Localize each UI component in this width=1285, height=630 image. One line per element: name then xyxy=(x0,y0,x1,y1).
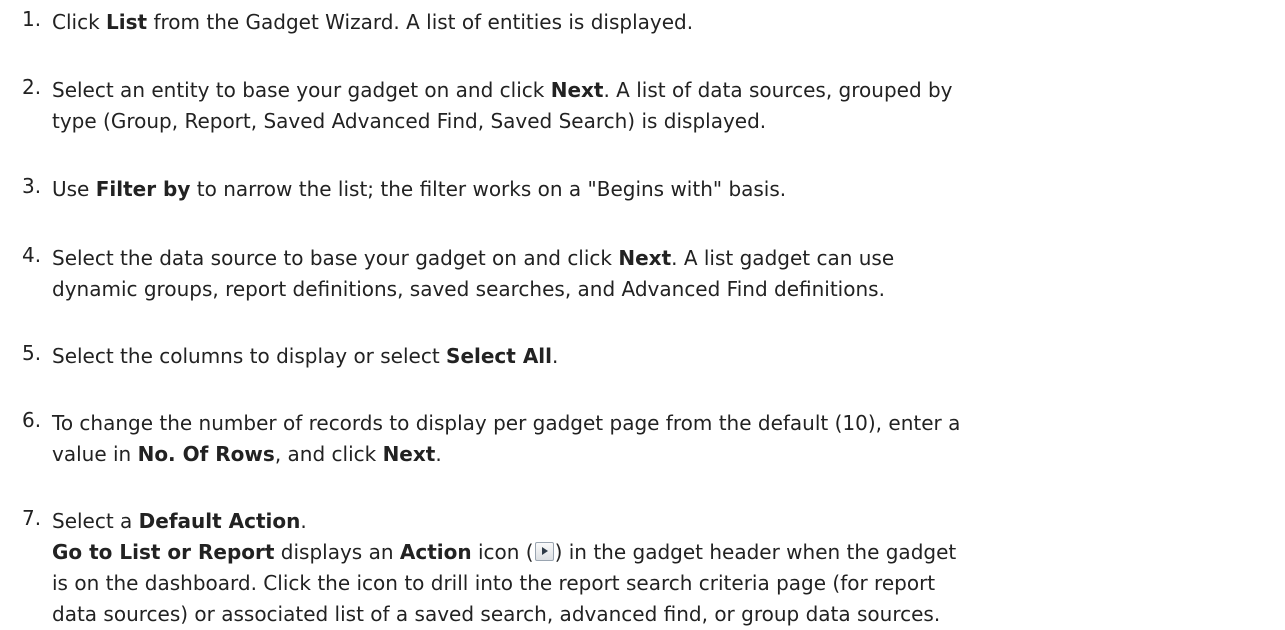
step-line: Go to List or Report displays an Action … xyxy=(52,537,1275,568)
step-line: Select the data source to base your gadg… xyxy=(52,243,1275,274)
text-run: type (Group, Report, Saved Advanced Find… xyxy=(52,109,767,133)
text-run: . xyxy=(552,344,559,368)
step-number: 3. xyxy=(22,174,42,198)
text-run: ) in the gadget header when the gadget xyxy=(554,540,957,564)
text-run: To change the number of records to displ… xyxy=(52,411,961,435)
step-line: Select a Default Action. xyxy=(52,506,1275,537)
text-run: displays an xyxy=(274,540,400,564)
bold-term: Select All xyxy=(446,344,553,368)
text-run: . xyxy=(300,509,307,533)
step-line: type (Group, Report, Saved Advanced Find… xyxy=(52,106,1275,137)
step-line: Click List from the Gadget Wizard. A lis… xyxy=(52,7,1275,38)
bold-term: Next xyxy=(382,442,436,466)
step-number: 5. xyxy=(22,341,42,365)
step-line: Select an entity to base your gadget on … xyxy=(52,75,1275,106)
text-run: Select the columns to display or select xyxy=(52,344,447,368)
text-run: Use xyxy=(52,177,96,201)
step-text: To change the number of records to displ… xyxy=(52,408,1275,470)
text-run: Select an entity to base your gadget on … xyxy=(52,78,551,102)
step-text: Use Filter by to narrow the list; the fi… xyxy=(52,174,1275,205)
step-number: 4. xyxy=(22,243,42,267)
step-line: To change the number of records to displ… xyxy=(52,408,1275,439)
bold-term: No. Of Rows xyxy=(137,442,275,466)
text-run: . xyxy=(435,442,442,466)
step-text: Click List from the Gadget Wizard. A lis… xyxy=(52,7,1275,38)
text-run: , and click xyxy=(274,442,383,466)
bold-term: List xyxy=(106,10,148,34)
step-number: 6. xyxy=(22,408,42,432)
step-text: Select a Default Action. Go to List or Re… xyxy=(52,506,1275,630)
text-run: is on the dashboard. Click the icon to d… xyxy=(52,571,936,595)
bold-term: Next xyxy=(618,246,672,270)
step-number: 7. xyxy=(22,506,42,530)
text-run: value in xyxy=(52,442,138,466)
text-run: . A list gadget can use xyxy=(671,246,895,270)
step-text: Select the columns to display or select … xyxy=(52,341,1275,372)
text-run: from the Gadget Wizard. A list of entiti… xyxy=(147,10,694,34)
bold-term: Next xyxy=(550,78,604,102)
text-run: to narrow the list; the filter works on … xyxy=(190,177,787,201)
action-play-icon xyxy=(534,542,554,561)
bold-term: Action xyxy=(399,540,472,564)
bold-term: Default Action xyxy=(138,509,301,533)
text-run: Click xyxy=(52,10,107,34)
text-run: Select the data source to base your gadg… xyxy=(52,246,619,270)
step-line: Use Filter by to narrow the list; the fi… xyxy=(52,174,1275,205)
step-number: 2. xyxy=(22,75,42,99)
text-run: . A list of data sources, grouped by xyxy=(603,78,953,102)
step-text: Select the data source to base your gadg… xyxy=(52,243,1275,305)
text-run: Select a xyxy=(52,509,139,533)
text-run: data sources) or associated list of a sa… xyxy=(52,602,941,626)
text-run: dynamic groups, report definitions, save… xyxy=(52,277,885,301)
step-line: value in No. Of Rows, and click Next. xyxy=(52,439,1275,470)
step-number: 1. xyxy=(22,7,42,31)
step-text: Select an entity to base your gadget on … xyxy=(52,75,1275,137)
bold-term: Go to List or Report xyxy=(52,540,275,564)
step-line: is on the dashboard. Click the icon to d… xyxy=(52,568,1275,599)
bold-term: Filter by xyxy=(95,177,191,201)
step-line: Select the columns to display or select … xyxy=(52,341,1275,372)
text-run: icon ( xyxy=(471,540,534,564)
step-line: data sources) or associated list of a sa… xyxy=(52,599,1275,630)
step-line: dynamic groups, report definitions, save… xyxy=(52,274,1275,305)
